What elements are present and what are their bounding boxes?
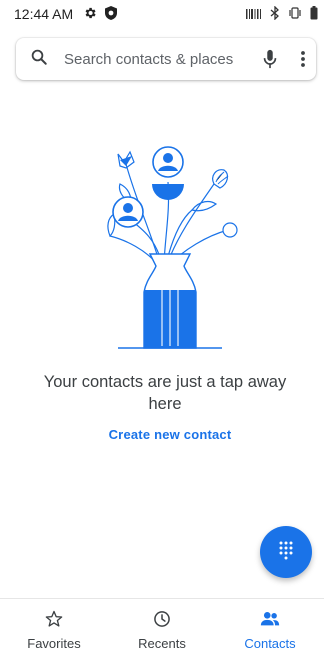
dialpad-button[interactable] (260, 526, 312, 578)
status-bar: 12:44 AM (0, 0, 324, 28)
bluetooth-icon (270, 4, 280, 23)
empty-state-illustration (96, 140, 246, 355)
bottom-navigation: Favorites Recents Contacts (0, 598, 324, 650)
search-icon (30, 48, 48, 71)
empty-state-message: Your contacts are just a tap away here (43, 373, 287, 413)
gear-icon (83, 6, 97, 23)
barcode-icon (246, 6, 262, 22)
create-new-contact-button[interactable]: Create new contact (70, 427, 270, 442)
nav-contacts[interactable]: Contacts (216, 599, 324, 650)
search-bar[interactable]: Search contacts & places (16, 38, 316, 80)
star-icon (44, 609, 64, 634)
shield-icon (105, 5, 118, 23)
people-icon (259, 609, 281, 634)
battery-icon (310, 5, 318, 23)
search-input[interactable]: Search contacts & places (64, 51, 262, 68)
nav-favorites-label: Favorites (27, 636, 81, 650)
nav-recents[interactable]: Recents (108, 599, 216, 650)
nav-favorites[interactable]: Favorites (0, 599, 108, 650)
more-vert-icon[interactable] (300, 50, 306, 68)
status-time: 12:44 AM (14, 6, 74, 22)
vibrate-icon (288, 6, 302, 22)
mic-icon[interactable] (262, 49, 278, 69)
clock-icon (152, 609, 172, 634)
nav-recents-label: Recents (138, 636, 186, 650)
nav-contacts-label: Contacts (244, 636, 296, 650)
dialpad-icon (278, 540, 294, 565)
